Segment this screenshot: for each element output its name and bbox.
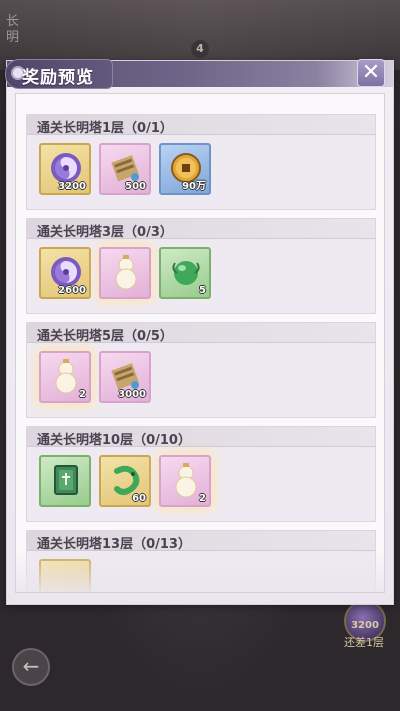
reward-item[interactable]: 5 bbox=[159, 247, 211, 299]
gourd-icon bbox=[115, 255, 137, 290]
reward-item[interactable]: 3200 bbox=[39, 143, 91, 195]
item-quantity: 60 bbox=[132, 493, 146, 504]
reward-item[interactable] bbox=[39, 559, 91, 592]
reward-item[interactable] bbox=[39, 455, 91, 507]
reward-section-floor-3: 通关长明塔3层（0/3） 2600 5 bbox=[26, 218, 376, 314]
section-title: 通关长明塔13层（0/13） bbox=[37, 537, 191, 552]
reward-item[interactable]: 3000 bbox=[99, 351, 151, 403]
reward-section-floor-5: 通关长明塔5层（0/5） 2 3000 bbox=[26, 322, 376, 418]
reward-item[interactable]: 90万 bbox=[159, 143, 211, 195]
section-title: 通关长明塔10层（0/10） bbox=[37, 433, 191, 448]
section-title: 通关长明塔3层（0/3） bbox=[37, 225, 173, 240]
section-header: 通关长明塔1层（0/1） bbox=[27, 115, 375, 136]
dialog-title: 奖励预览 bbox=[22, 68, 94, 88]
item-quantity: 5 bbox=[199, 285, 206, 296]
item-quantity: 3000 bbox=[118, 389, 146, 400]
reward-item[interactable]: 2600 bbox=[39, 247, 91, 299]
reward-list[interactable]: 通关长明塔1层（0/1） 3200 500 90万 通关长明塔3层（0/3） 2… bbox=[15, 93, 385, 593]
background-floor-number: 4 bbox=[191, 40, 209, 58]
item-quantity: 500 bbox=[125, 181, 146, 192]
reward-item[interactable] bbox=[99, 247, 151, 299]
item-quantity: 2600 bbox=[58, 285, 86, 296]
item-quantity: 2 bbox=[79, 389, 86, 400]
item-quantity: 3200 bbox=[58, 181, 86, 192]
item-quantity: 2 bbox=[199, 493, 206, 504]
reward-section-floor-13: 通关长明塔13层（0/13） bbox=[26, 530, 376, 592]
item-quantity: 90万 bbox=[182, 181, 206, 192]
dialog-title-badge: 奖励预览 bbox=[5, 59, 113, 89]
background-tower-label: 长明 bbox=[6, 14, 20, 45]
background-reward-count: 3200 bbox=[351, 620, 379, 631]
reward-item[interactable]: 500 bbox=[99, 143, 151, 195]
reward-item[interactable]: 2 bbox=[39, 351, 91, 403]
section-header: 通关长明塔10层（0/10） bbox=[27, 427, 375, 448]
reward-preview-dialog: 奖励预览 ✕ 通关长明塔1层（0/1） 3200 500 90万 通关长明塔3层… bbox=[5, 59, 394, 605]
section-title: 通关长明塔1层（0/1） bbox=[37, 121, 173, 136]
section-header: 通关长明塔13层（0/13） bbox=[27, 531, 375, 552]
section-header: 通关长明塔3层（0/3） bbox=[27, 219, 375, 240]
reward-item[interactable]: 2 bbox=[159, 455, 211, 507]
close-x-icon: ✕ bbox=[361, 60, 381, 85]
section-header: 通关长明塔5层（0/5） bbox=[27, 323, 375, 344]
green-book-icon bbox=[54, 465, 78, 495]
section-title: 通关长明塔5层（0/5） bbox=[37, 329, 173, 344]
back-arrow-icon[interactable]: ← bbox=[12, 648, 50, 686]
background-remaining-floors: 还差1层 bbox=[344, 636, 384, 649]
reward-section-floor-10: 通关长明塔10层（0/10） 60 2 bbox=[26, 426, 376, 522]
reward-item[interactable]: 60 bbox=[99, 455, 151, 507]
close-button[interactable]: ✕ bbox=[357, 59, 385, 87]
reward-section-floor-1: 通关长明塔1层（0/1） 3200 500 90万 bbox=[26, 114, 376, 210]
